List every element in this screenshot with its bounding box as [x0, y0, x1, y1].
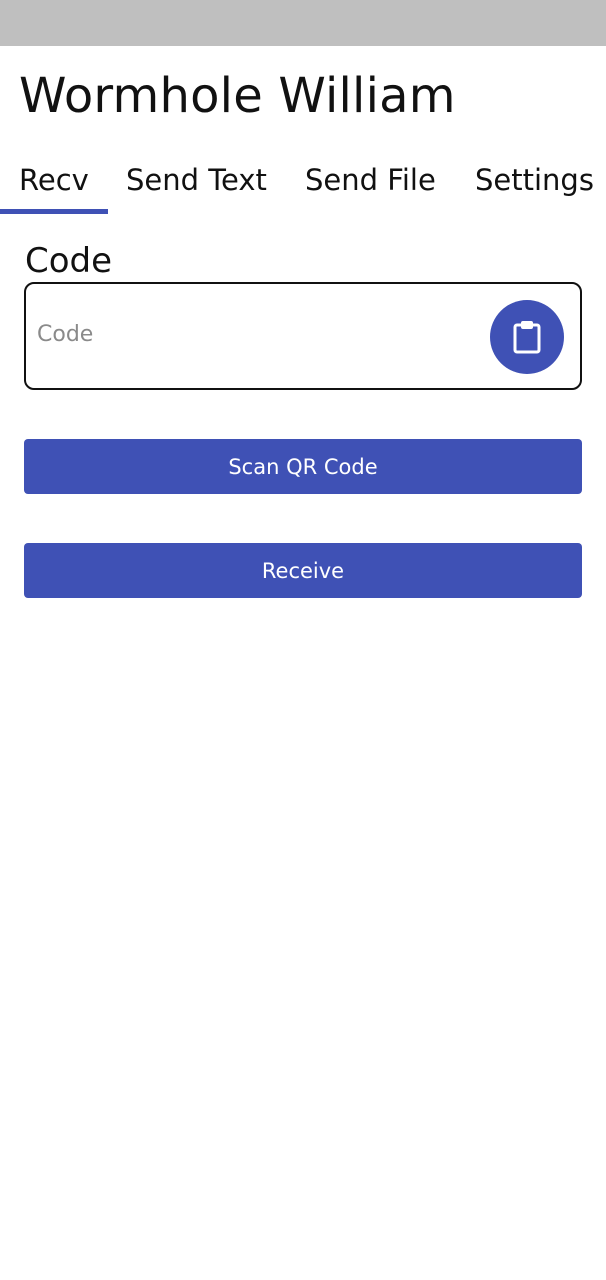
paste-button[interactable] [490, 300, 564, 374]
tab-send-file[interactable]: Send File [305, 162, 436, 198]
scan-qr-code-button[interactable]: Scan QR Code [24, 439, 582, 494]
tab-settings[interactable]: Settings [475, 162, 594, 198]
app-title: Wormhole William [19, 68, 456, 124]
tab-selected-indicator [0, 209, 108, 214]
code-field-container [24, 282, 582, 390]
code-label: Code [25, 241, 113, 281]
code-input[interactable] [36, 314, 477, 354]
clipboard-icon [513, 321, 541, 354]
status-bar [0, 0, 606, 46]
tab-bar: Recv Send Text Send File Settings [0, 150, 606, 216]
tab-send-text[interactable]: Send Text [126, 162, 267, 198]
tab-recv[interactable]: Recv [19, 162, 89, 198]
receive-button[interactable]: Receive [24, 543, 582, 598]
